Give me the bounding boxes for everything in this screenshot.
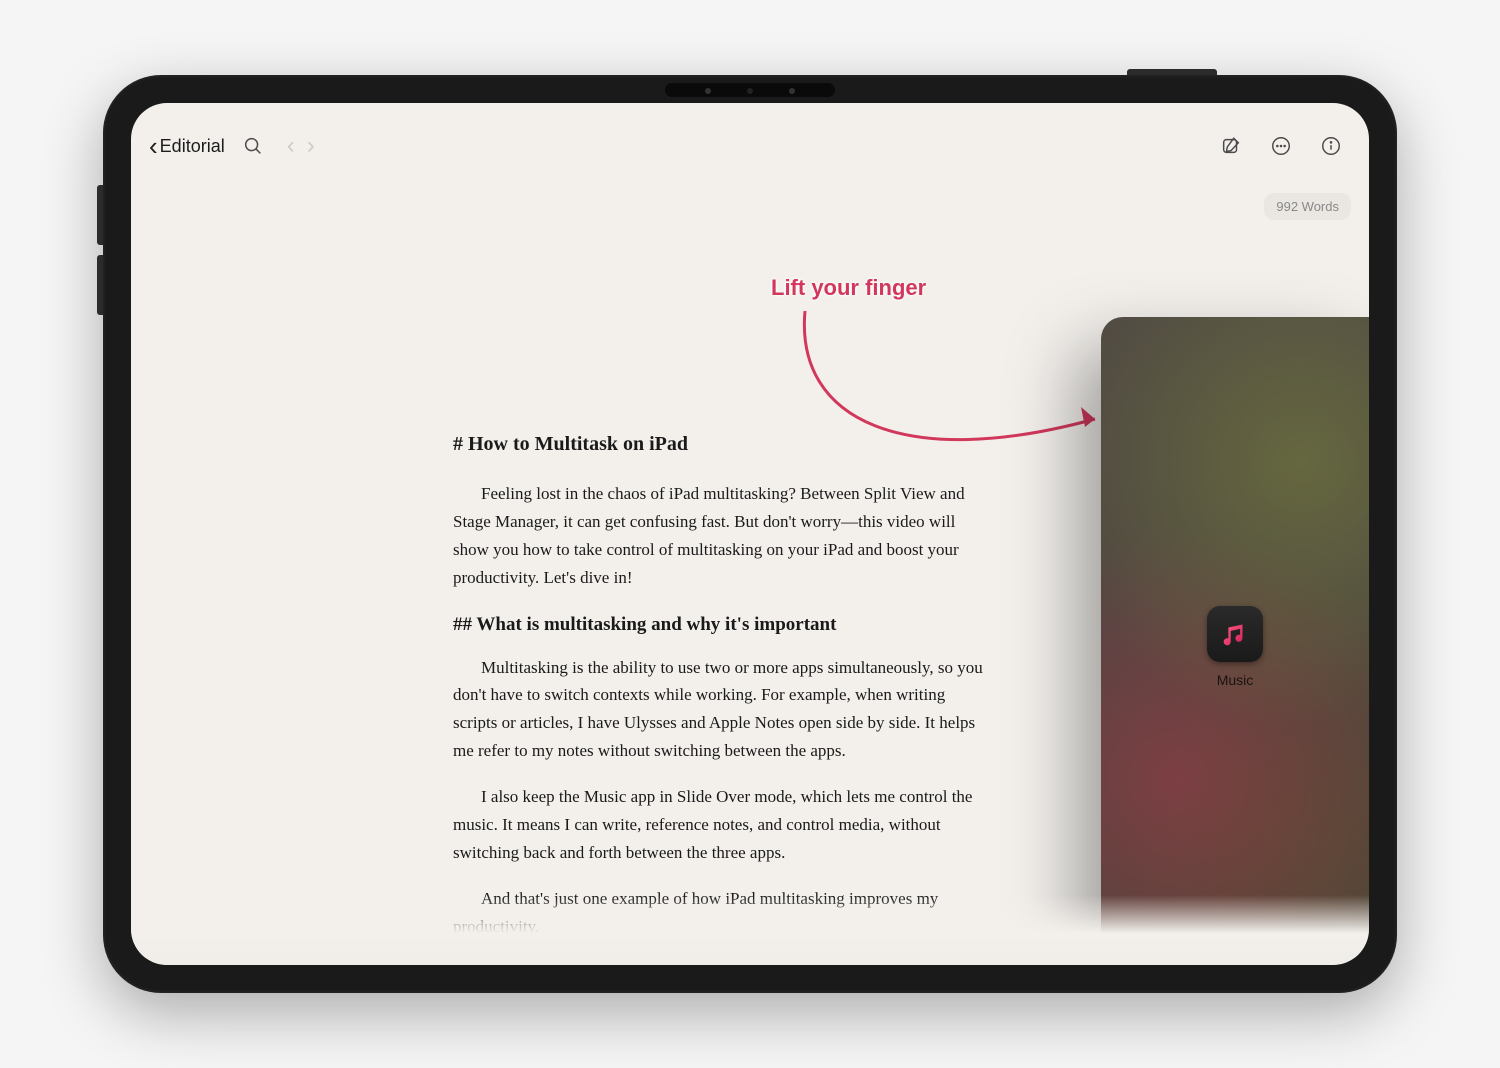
toolbar: ‹ Editorial ‹ › [131, 103, 1369, 189]
back-button[interactable]: ‹ Editorial [149, 133, 225, 159]
ipad-frame: ‹ Editorial ‹ › [103, 75, 1397, 993]
history-nav: ‹ › [287, 132, 315, 160]
doc-heading-2: ## What is multitasking and why it's imp… [453, 614, 993, 636]
doc-paragraph: I also keep the Music app in Slide Over … [453, 783, 993, 867]
music-app-icon [1207, 606, 1263, 662]
screen: ‹ Editorial ‹ › [131, 103, 1369, 965]
slide-over-panel[interactable]: Music [1101, 317, 1369, 965]
annotation-arrow [785, 301, 1125, 501]
doc-paragraph: And that's just one example of how iPad … [453, 885, 993, 941]
history-prev-button[interactable]: ‹ [287, 132, 295, 160]
volume-buttons-edge [97, 185, 103, 245]
back-label: Editorial [160, 136, 225, 157]
slide-over-app-label: Music [1217, 672, 1254, 688]
document-body[interactable]: # How to Multitask on iPad Feeling lost … [453, 433, 993, 958]
annotation-label: Lift your finger [771, 275, 926, 301]
compose-icon[interactable] [1217, 132, 1245, 160]
word-count-badge: 992 Words [1264, 193, 1351, 220]
camera-dot [747, 88, 753, 94]
search-icon[interactable] [239, 132, 267, 160]
chevron-left-icon: ‹ [149, 133, 158, 159]
power-button-edge [1127, 69, 1217, 75]
doc-paragraph: Multitasking is the ability to use two o… [453, 654, 993, 766]
history-next-button[interactable]: › [307, 132, 315, 160]
more-icon[interactable] [1267, 132, 1295, 160]
info-icon[interactable] [1317, 132, 1345, 160]
